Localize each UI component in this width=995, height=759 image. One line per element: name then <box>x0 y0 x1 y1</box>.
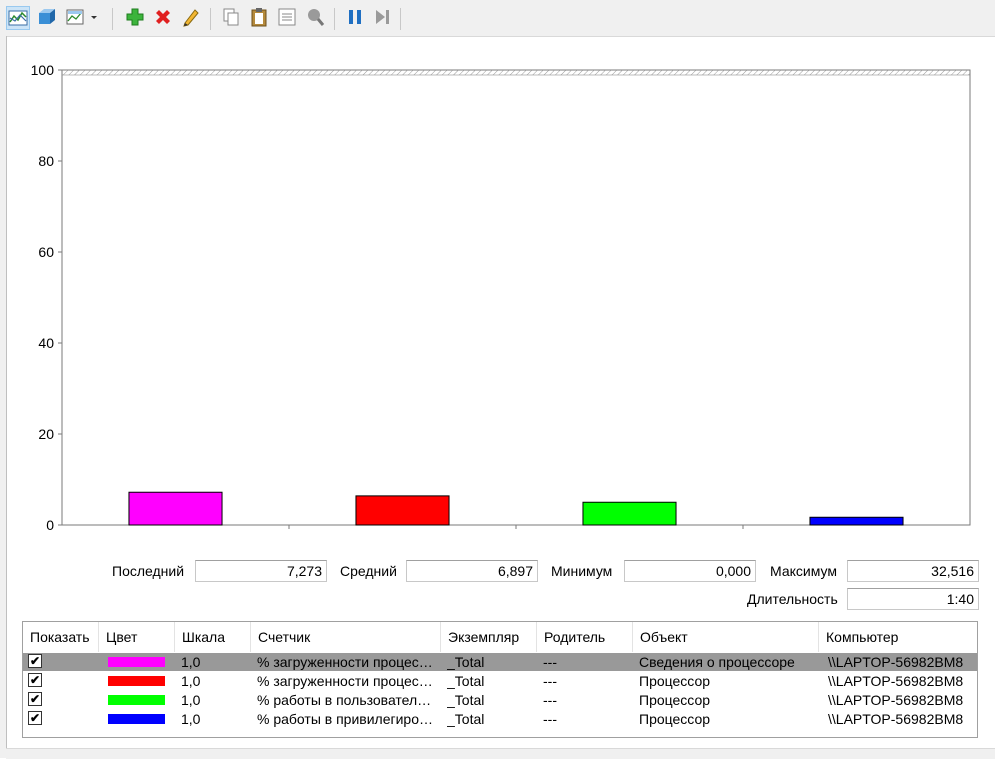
last-label: Последний <box>112 563 185 579</box>
column-header-counter[interactable]: Счетчик <box>251 622 441 652</box>
object-cell: Сведения о процессоре <box>639 654 795 670</box>
toolbar-separator <box>400 8 401 30</box>
y-axis: 0 20 40 60 80 100 <box>31 62 62 533</box>
computer-cell: \\LAPTOP-56982BM8 <box>828 673 964 689</box>
table-row[interactable]: ✔ 1,0 % загруженности процес… _Total ---… <box>23 653 977 671</box>
show-checkbox[interactable]: ✔ <box>28 711 42 725</box>
overflow-hatch <box>61 69 971 76</box>
parent-cell: --- <box>543 673 557 689</box>
duration-label: Длительность <box>747 591 838 607</box>
show-checkbox[interactable]: ✔ <box>28 692 42 706</box>
y-tick-label: 100 <box>31 62 55 78</box>
y-tick-label: 40 <box>38 335 54 351</box>
instance-cell: _Total <box>447 673 485 689</box>
color-swatch <box>108 657 165 667</box>
object-cell: Процессор <box>639 711 711 727</box>
change-graph-type-dropdown-icon[interactable] <box>64 6 97 30</box>
maximum-value: 32,516 <box>847 560 979 582</box>
y-tick-label: 80 <box>38 153 54 169</box>
instance-cell: _Total <box>447 692 485 708</box>
instance-cell: _Total <box>447 654 485 670</box>
highlight-icon[interactable] <box>180 6 204 30</box>
toolbar-separator <box>112 8 113 30</box>
toolbar-separator <box>334 8 335 30</box>
bar <box>809 516 904 526</box>
counter-cell: % работы в пользовател… <box>257 692 432 708</box>
x-axis <box>288 525 744 529</box>
status-strip <box>6 748 995 759</box>
counter-cell: % загруженности процес… <box>257 654 433 670</box>
average-label: Средний <box>340 563 397 579</box>
color-swatch <box>108 695 165 705</box>
table-row[interactable]: ✔ 1,0 % загруженности процес… _Total ---… <box>23 672 977 690</box>
bar <box>582 501 677 526</box>
table-row[interactable]: ✔ 1,0 % работы в пользовател… _Total ---… <box>23 691 977 709</box>
toolbar <box>0 0 995 37</box>
counter-legend-table: Показать Цвет Шкала Счетчик Экземпляр Ро… <box>22 621 978 738</box>
parent-cell: --- <box>543 692 557 708</box>
change-graph-type-icon[interactable] <box>6 6 30 30</box>
column-header-computer[interactable]: Компьютер <box>819 622 977 652</box>
zoom-icon[interactable] <box>304 6 328 30</box>
parent-cell: --- <box>543 654 557 670</box>
show-checkbox[interactable]: ✔ <box>28 654 42 668</box>
bar-chart: 0 20 40 60 80 100 <box>31 62 971 533</box>
column-header-color[interactable]: Цвет <box>99 622 175 652</box>
toolbar-separator <box>210 8 211 30</box>
scale-cell: 1,0 <box>181 673 201 689</box>
bar <box>355 495 450 526</box>
column-header-object[interactable]: Объект <box>633 622 819 652</box>
table-row[interactable]: ✔ 1,0 % работы в привилегиро… _Total ---… <box>23 710 977 728</box>
scale-cell: 1,0 <box>181 711 201 727</box>
view-current-data-icon[interactable] <box>36 6 60 30</box>
chart-area: 0 20 40 60 80 100 <box>0 36 995 546</box>
object-cell: Процессор <box>639 692 711 708</box>
plot-area <box>61 69 971 526</box>
show-checkbox[interactable]: ✔ <box>28 673 42 687</box>
minimum-value: 0,000 <box>624 560 756 582</box>
add-counter-icon[interactable] <box>124 6 148 30</box>
copy-properties-icon[interactable] <box>220 6 244 30</box>
color-swatch <box>108 714 165 724</box>
computer-cell: \\LAPTOP-56982BM8 <box>828 692 964 708</box>
delete-counter-icon[interactable] <box>152 6 176 30</box>
y-tick-label: 20 <box>38 426 54 442</box>
properties-icon[interactable] <box>276 6 300 30</box>
color-swatch <box>108 676 165 686</box>
parent-cell: --- <box>543 711 557 727</box>
last-value: 7,273 <box>195 560 327 582</box>
freeze-display-icon[interactable] <box>344 6 368 30</box>
scale-cell: 1,0 <box>181 692 201 708</box>
minimum-label: Минимум <box>551 563 613 579</box>
maximum-label: Максимум <box>770 563 837 579</box>
paste-counter-list-icon[interactable] <box>248 6 272 30</box>
computer-cell: \\LAPTOP-56982BM8 <box>828 654 964 670</box>
computer-cell: \\LAPTOP-56982BM8 <box>828 711 964 727</box>
update-data-icon[interactable] <box>372 6 396 30</box>
column-header-show[interactable]: Показать <box>23 622 99 652</box>
bar <box>128 491 223 526</box>
instance-cell: _Total <box>447 711 485 727</box>
duration-value: 1:40 <box>847 588 979 610</box>
counter-cell: % загруженности процес… <box>257 673 433 689</box>
column-header-instance[interactable]: Экземпляр <box>441 622 537 652</box>
object-cell: Процессор <box>639 673 711 689</box>
scale-cell: 1,0 <box>181 654 201 670</box>
average-value: 6,897 <box>406 560 538 582</box>
column-header-parent[interactable]: Родитель <box>537 622 633 652</box>
y-tick-label: 60 <box>38 244 54 260</box>
column-header-scale[interactable]: Шкала <box>175 622 251 652</box>
counter-cell: % работы в привилегиро… <box>257 711 433 727</box>
y-tick-label: 0 <box>46 517 54 533</box>
